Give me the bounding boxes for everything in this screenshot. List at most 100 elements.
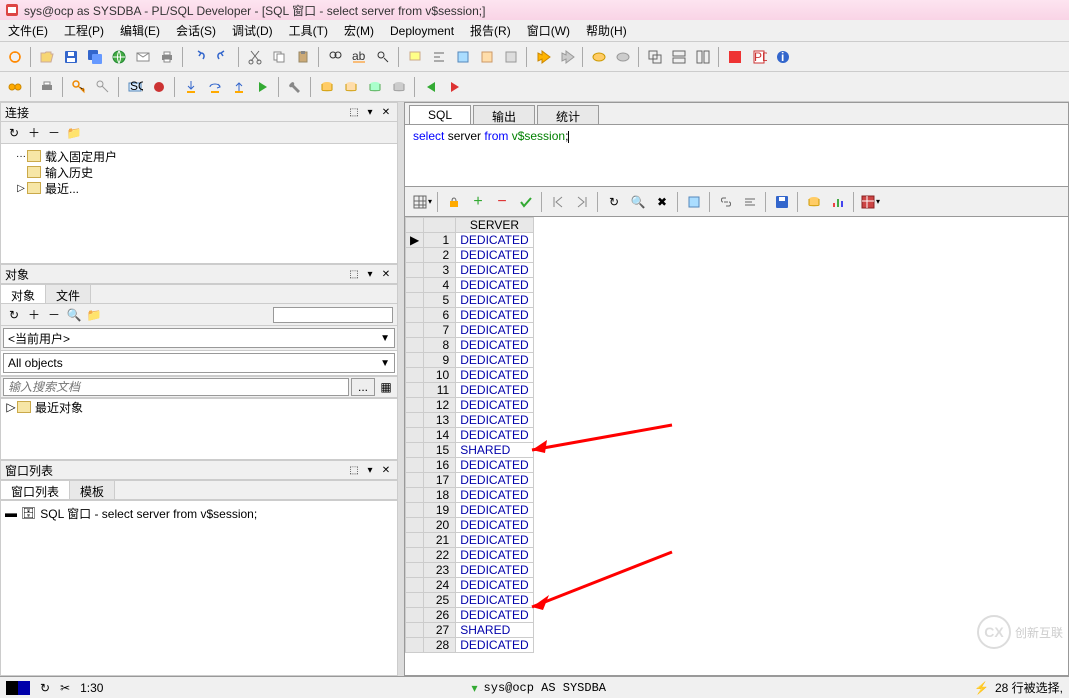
tab-templates[interactable]: 模板 bbox=[70, 481, 115, 499]
first-button[interactable] bbox=[547, 191, 569, 213]
table-row[interactable]: 20DEDICATED bbox=[406, 518, 534, 533]
db-export-button[interactable] bbox=[803, 191, 825, 213]
run-to-button[interactable] bbox=[252, 76, 274, 98]
table-row[interactable]: 22DEDICATED bbox=[406, 548, 534, 563]
wrench-button[interactable] bbox=[284, 76, 306, 98]
column-header-server[interactable]: SERVER bbox=[456, 218, 533, 233]
step-out-button[interactable] bbox=[228, 76, 250, 98]
redo-button[interactable] bbox=[212, 46, 234, 68]
add-icon[interactable]: ＋ bbox=[25, 124, 43, 142]
menu-edit[interactable]: 编辑(E) bbox=[112, 20, 168, 41]
table-row[interactable]: 11DEDICATED bbox=[406, 383, 534, 398]
objects-list[interactable]: ▷最近对象 bbox=[0, 398, 398, 460]
table-row[interactable]: 21DEDICATED bbox=[406, 533, 534, 548]
step-over-button[interactable] bbox=[204, 76, 226, 98]
table-row[interactable]: 13DEDICATED bbox=[406, 413, 534, 428]
tab-winlist[interactable]: 窗口列表 bbox=[1, 481, 70, 499]
findnext-button[interactable] bbox=[372, 46, 394, 68]
panel-pin-icon[interactable]: ⬚ bbox=[347, 267, 361, 281]
cut-button[interactable] bbox=[244, 46, 266, 68]
post-button[interactable] bbox=[515, 191, 537, 213]
panel-close-icon[interactable]: ✕ bbox=[379, 463, 393, 477]
cascade-button[interactable] bbox=[644, 46, 666, 68]
grid-button[interactable]: ▾ bbox=[411, 191, 433, 213]
find-icon[interactable]: 🔍 bbox=[65, 306, 83, 324]
folder-icon[interactable]: 📁 bbox=[65, 124, 83, 142]
table-row[interactable]: 6DEDICATED bbox=[406, 308, 534, 323]
help2-button[interactable] bbox=[500, 46, 522, 68]
panel-close-icon[interactable]: ✕ bbox=[379, 267, 393, 281]
table-row[interactable]: 9DEDICATED bbox=[406, 353, 534, 368]
undo-button[interactable] bbox=[188, 46, 210, 68]
menu-file[interactable]: 文件(E) bbox=[0, 20, 56, 41]
remove-icon[interactable]: － bbox=[45, 306, 63, 324]
export-button[interactable] bbox=[771, 191, 793, 213]
user-combo[interactable]: <当前用户>▼ bbox=[3, 328, 395, 348]
query-button[interactable] bbox=[739, 191, 761, 213]
db1-button[interactable] bbox=[316, 76, 338, 98]
compile-button[interactable] bbox=[404, 46, 426, 68]
tab-files[interactable]: 文件 bbox=[46, 285, 91, 303]
menu-report[interactable]: 报告(R) bbox=[462, 20, 519, 41]
panel-pin-icon[interactable]: ⬚ bbox=[347, 105, 361, 119]
objects-filter-combo[interactable]: All objects▼ bbox=[3, 353, 395, 373]
objects-filter-input[interactable] bbox=[273, 307, 393, 323]
panel-close-icon[interactable]: ✕ bbox=[379, 105, 393, 119]
tile-v-button[interactable] bbox=[692, 46, 714, 68]
del-row-button[interactable]: − bbox=[491, 191, 513, 213]
run-button[interactable] bbox=[532, 46, 554, 68]
fetchall-find-icon[interactable]: 🔍 bbox=[627, 191, 649, 213]
gears-button[interactable] bbox=[4, 76, 26, 98]
sql-editor[interactable]: select server from v$session; bbox=[405, 125, 1068, 187]
print-button[interactable] bbox=[156, 46, 178, 68]
table-row[interactable]: 23DEDICATED bbox=[406, 563, 534, 578]
menu-deployment[interactable]: Deployment bbox=[382, 22, 462, 40]
panel-dropdown-icon[interactable]: ▾ bbox=[363, 267, 377, 281]
saveall-button[interactable] bbox=[84, 46, 106, 68]
db4-button[interactable] bbox=[388, 76, 410, 98]
table-row[interactable]: 28DEDICATED bbox=[406, 638, 534, 653]
panel-pin-icon[interactable]: ⬚ bbox=[347, 463, 361, 477]
table-row[interactable]: 27SHARED bbox=[406, 623, 534, 638]
table-row[interactable]: 14DEDICATED bbox=[406, 428, 534, 443]
tab-output[interactable]: 输出 bbox=[473, 105, 535, 124]
plan-button[interactable] bbox=[452, 46, 474, 68]
replace-button[interactable]: ab bbox=[348, 46, 370, 68]
paste-button[interactable] bbox=[292, 46, 314, 68]
table-row[interactable]: 25DEDICATED bbox=[406, 593, 534, 608]
email-button[interactable] bbox=[132, 46, 154, 68]
list-item-recent-objects[interactable]: ▷最近对象 bbox=[1, 399, 397, 415]
table-row[interactable]: 2DEDICATED bbox=[406, 248, 534, 263]
tab-stats[interactable]: 统计 bbox=[537, 105, 599, 124]
result-grid[interactable]: SERVER ▶1DEDICATED2DEDICATED3DEDICATED4D… bbox=[405, 217, 1068, 675]
info-button[interactable]: i bbox=[772, 46, 794, 68]
table-row[interactable]: 5DEDICATED bbox=[406, 293, 534, 308]
sql-button[interactable]: SQL bbox=[124, 76, 146, 98]
menu-window[interactable]: 窗口(W) bbox=[519, 20, 578, 41]
table-row[interactable]: 17DEDICATED bbox=[406, 473, 534, 488]
fetch-button[interactable]: ↻ bbox=[603, 191, 625, 213]
key-button[interactable] bbox=[68, 76, 90, 98]
db2-button[interactable] bbox=[340, 76, 362, 98]
new-button[interactable] bbox=[4, 46, 26, 68]
menu-debug[interactable]: 调试(D) bbox=[224, 20, 281, 41]
table-row[interactable]: 3DEDICATED bbox=[406, 263, 534, 278]
db3-button[interactable] bbox=[364, 76, 386, 98]
table-row[interactable]: 16DEDICATED bbox=[406, 458, 534, 473]
keylock-button[interactable] bbox=[92, 76, 114, 98]
browser-button[interactable] bbox=[108, 46, 130, 68]
menu-tools[interactable]: 工具(T) bbox=[281, 20, 336, 41]
table-row[interactable]: 12DEDICATED bbox=[406, 398, 534, 413]
pdf-button[interactable]: PDF bbox=[748, 46, 770, 68]
add-icon[interactable]: ＋ bbox=[25, 306, 43, 324]
table-row[interactable]: 15SHARED bbox=[406, 443, 534, 458]
grid-options-button[interactable]: ▾ bbox=[859, 191, 881, 213]
rollback-button[interactable] bbox=[612, 46, 634, 68]
menu-project[interactable]: 工程(P) bbox=[56, 20, 112, 41]
print2-button[interactable] bbox=[36, 76, 58, 98]
chart-button[interactable] bbox=[827, 191, 849, 213]
refresh-icon[interactable]: ↻ bbox=[5, 124, 23, 142]
stop-button[interactable] bbox=[556, 46, 578, 68]
find-button[interactable] bbox=[324, 46, 346, 68]
break-button[interactable] bbox=[148, 76, 170, 98]
